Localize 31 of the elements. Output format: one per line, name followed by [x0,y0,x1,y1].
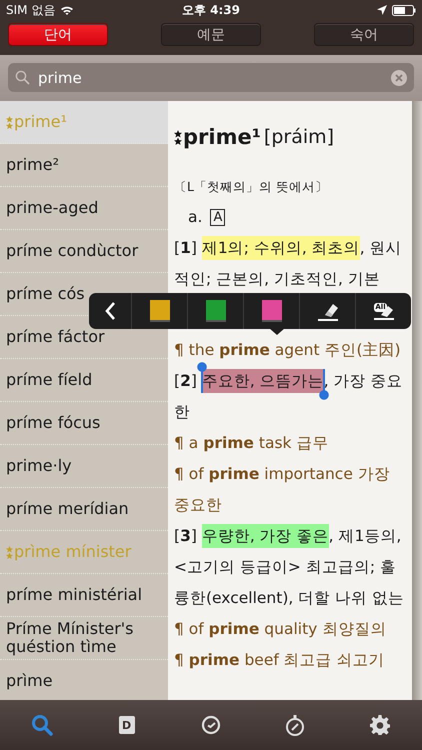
battery-icon [392,4,416,16]
eraser-icon [316,301,338,321]
wifi-icon [60,4,74,16]
tab[interactable]: 단어 [8,23,108,46]
headword: prime¹ [183,124,261,150]
tab[interactable]: 숙어 [314,23,414,46]
example-sentence: ¶ prime beef 최고급 쇠고기 [174,650,386,671]
search-icon [15,70,30,85]
stopwatch-icon [285,714,306,736]
settings-icon [370,715,390,735]
example-sentence: ¶ of prime importance 가장 중요한 [174,464,391,516]
bottom-tab[interactable]: D [102,705,152,745]
stars-icon [6,546,13,558]
tab[interactable]: 예문 [161,23,261,46]
stars-icon [6,116,13,128]
search-icon [31,714,54,736]
search-field[interactable]: prime [8,63,414,92]
part-of-speech: a. [188,207,202,228]
carrier-text: SIM 없음 [6,2,56,18]
definition: [1] 제1의; 수위의, 최초의, 원시적인; 근본의, 기초적인, 기본 [174,233,406,295]
back-icon [104,302,116,320]
pronunciation: [práim] [264,124,334,150]
clock-text: 오후 4:39 [182,2,240,18]
definition: [3] 우량한, 가장 좋은, 제1등의, <고기의 등급이> 최고급의; 훌륭한(excellent), 더할 나위 없는 [174,521,406,614]
example-sentence: ¶ the prime agent 주인(主因) [174,340,402,361]
example-sentence: ¶ a prime task 급무 [174,433,330,454]
pattern-mark: A [210,209,226,226]
location-icon [377,5,387,15]
etymology: 〔L「첫째의」의 뜻에서〕 [174,178,329,196]
book-icon: D [118,716,135,734]
example-sentence: ¶ of prime quality 최양질의 [174,619,388,640]
